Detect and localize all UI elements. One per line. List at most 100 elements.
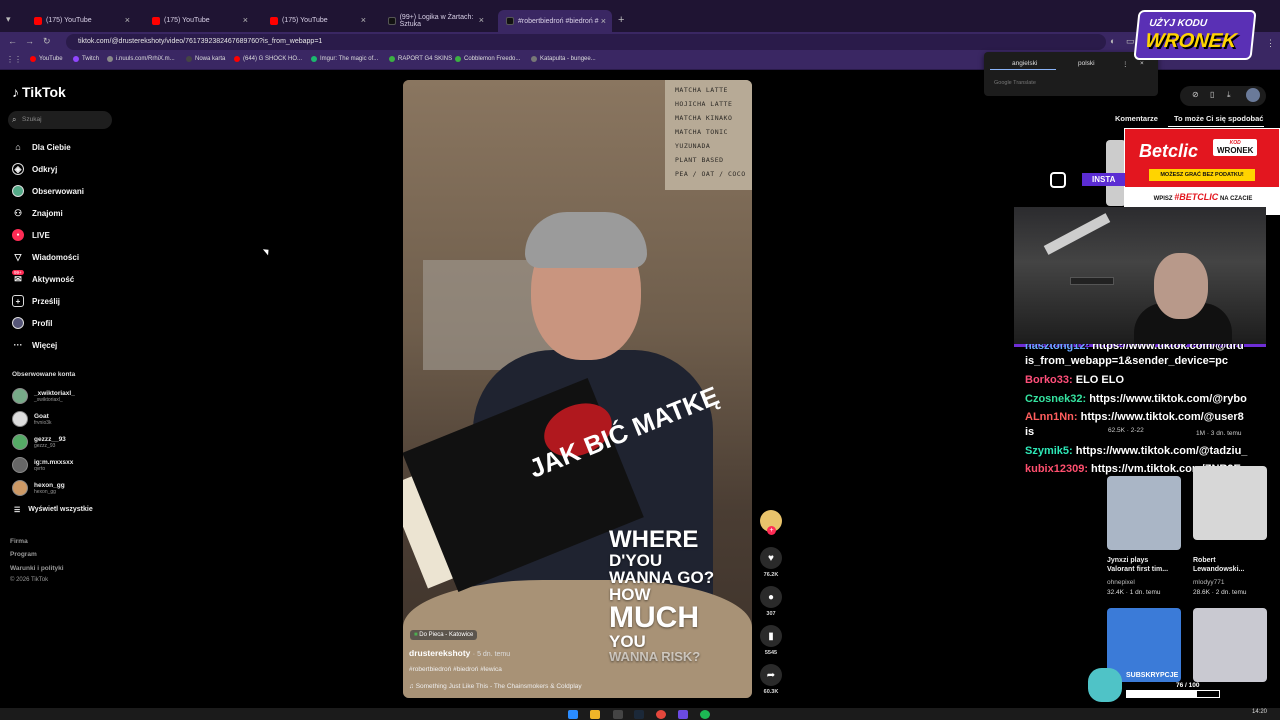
close-icon[interactable]: × [1140, 60, 1144, 67]
followed-account[interactable]: hexon_gg hexon_gg [12, 480, 65, 496]
card-stats: 28.6K · 2 dn. temu [1193, 589, 1247, 596]
followed-account[interactable]: ig:m.mxxsxx qvrto [12, 457, 73, 473]
bookmark[interactable]: (644) G SHOCK HO... [234, 56, 302, 62]
betclic-ad: Betclic KOD WRONEK MOŻESZ GRAĆ BEZ PODATK… [1124, 128, 1280, 215]
share-button[interactable]: ➦ 60.3K [760, 664, 782, 695]
nav-messages[interactable]: ▽ Wiadomości [12, 251, 80, 263]
bookmark[interactable]: Nowa karta [186, 56, 225, 62]
browser-tab-active[interactable]: #robertbiedroń #biedroń # × [498, 10, 612, 32]
download-icon[interactable]: ⤓ [1227, 90, 1231, 100]
tab-label: (99+) Logika w Żartach: Sztuka [399, 13, 474, 28]
card-stats: 62.5K · 2-22 [1108, 427, 1144, 434]
recommended-thumbnail[interactable] [1193, 466, 1267, 540]
card-author[interactable]: ohnepixel [1107, 579, 1135, 586]
user-avatar[interactable] [1246, 88, 1260, 102]
location-icon: ■ [414, 632, 418, 638]
close-tab-icon[interactable]: × [243, 15, 248, 25]
activity-badge: 99+ [12, 270, 24, 275]
close-tab-icon[interactable]: × [125, 15, 130, 25]
browser-tab[interactable]: (99+) Logika w Żartach: Sztuka × [380, 12, 490, 29]
close-tab-icon[interactable]: × [601, 16, 606, 26]
spotify-icon[interactable] [700, 710, 710, 719]
like-button[interactable]: ♥ 76.2K [760, 547, 782, 578]
compass-icon[interactable]: ⊘ [1192, 90, 1199, 99]
bookmark-icon [107, 56, 113, 62]
app-icon[interactable] [613, 710, 623, 719]
nav-for-you[interactable]: ⌂ Dla Ciebie [12, 141, 70, 153]
bookmark[interactable]: Cobblemon Freedo... [455, 56, 520, 62]
tab-comments[interactable]: Komentarze [1115, 114, 1158, 123]
card-title[interactable]: Robert Lewandowski... [1193, 556, 1263, 575]
steam-icon[interactable] [634, 710, 644, 719]
nav-more[interactable]: ··· Więcej [12, 339, 58, 351]
live-icon: ● [12, 229, 24, 241]
nav-following[interactable]: Obserwowani [12, 185, 84, 197]
discord-icon[interactable] [678, 710, 688, 719]
see-all-button[interactable]: ☰ Wyświetl wszystkie [14, 506, 93, 514]
recommended-thumbnail[interactable] [1107, 476, 1181, 550]
tab-you-may-like[interactable]: To może Ci się spodobać [1174, 114, 1263, 123]
video-music[interactable]: ♫ Something Just Like This - The Chainsm… [409, 683, 582, 690]
bookmark[interactable]: RAPORT G4 SKINS [389, 56, 452, 62]
card-author[interactable]: mlodyy771 [1193, 579, 1224, 586]
video-hashtags[interactable]: #robertbiedroń #biedroń #lewica [409, 666, 502, 673]
nav-upload[interactable]: + Prześlij [12, 295, 60, 307]
translate-from-tab[interactable]: angielski [1012, 60, 1037, 67]
back-icon[interactable]: ← [8, 36, 17, 46]
comment-button[interactable]: ● 307 [760, 586, 782, 617]
creator-avatar[interactable]: + [760, 510, 782, 535]
followed-account[interactable]: gezzz__93 gezzz_93 [12, 434, 66, 450]
avatar [12, 411, 28, 427]
bookmark[interactable]: Katapulta - bungee... [531, 56, 596, 62]
nav-explore[interactable]: ◈ Odkryj [12, 163, 57, 175]
betclic-logo: Betclic [1139, 141, 1199, 161]
bookmark[interactable]: i.nuuls.com/RrhiX.m... [107, 56, 175, 62]
location-tag[interactable]: ■ Do Pieca - Katowice [410, 630, 478, 640]
followed-account[interactable]: Goat frvnio3k [12, 411, 52, 427]
apps-icon[interactable]: ⋮⋮ [6, 55, 22, 64]
tiktok-logo[interactable]: ♪ TikTok [12, 84, 66, 100]
search-input[interactable]: ⌕ Szukaj [8, 111, 112, 129]
phone-icon[interactable]: ▯ [1210, 90, 1214, 99]
save-button[interactable]: ▮ 5545 [760, 625, 782, 656]
bookmark[interactable]: Imgur: The magic of... [311, 56, 378, 62]
browser-tab[interactable]: (175) YouTube × [144, 12, 254, 29]
avatar [12, 434, 28, 450]
bookmark[interactable]: Twitch [73, 56, 99, 62]
cast-icon[interactable]: ▭ [1126, 36, 1135, 47]
video-author[interactable]: drusterekshoty · 5 dn. temu [409, 648, 510, 658]
instagram-label: INSTA [1082, 173, 1126, 186]
file-explorer-icon[interactable] [590, 710, 600, 719]
stream-chat: nasztong12: https://www.tiktok.com/@dru … [1024, 344, 1264, 480]
new-tab-icon[interactable]: + [618, 14, 624, 26]
tab-list-icon[interactable]: ▾ [6, 14, 11, 25]
close-tab-icon[interactable]: × [479, 15, 484, 25]
translate-to-tab[interactable]: polski [1078, 60, 1095, 67]
browser-tab[interactable]: (175) YouTube × [26, 12, 136, 29]
recommended-thumbnail[interactable] [1107, 608, 1181, 682]
nav-live[interactable]: ● LIVE [12, 229, 50, 241]
close-tab-icon[interactable]: × [361, 15, 366, 25]
recommended-thumbnail[interactable] [1193, 608, 1267, 682]
followed-account[interactable]: _xwiktoriaxl_ _xwiktoriaxl_ [12, 388, 75, 404]
chrome-icon[interactable] [656, 710, 666, 719]
video-player[interactable]: MATCHA LATTE HOJICHA LATTE MATCHA KINAKO… [403, 80, 752, 698]
browser-menu-icon[interactable]: ⋮ [1266, 38, 1275, 49]
nav-profile[interactable]: Profil [12, 317, 52, 329]
bookmark[interactable]: YouTube [30, 56, 63, 62]
translate-icon[interactable]: ◐ [1110, 36, 1115, 46]
subscription-count: 76 / 100 [1176, 682, 1200, 689]
nav-friends[interactable]: ⚇ Znajomi [12, 207, 63, 219]
bookmark-icon [30, 56, 36, 62]
follow-plus-icon[interactable]: + [767, 526, 776, 535]
card-title[interactable]: Jynxzi plays Valorant first tim... [1107, 556, 1177, 575]
address-bar[interactable]: tiktok.com/@drusterekshoty/video/7617392… [66, 34, 1106, 50]
windows-start-icon[interactable] [568, 710, 578, 719]
footer-link[interactable]: Warunki i polityki [10, 565, 64, 572]
browser-tab[interactable]: (175) YouTube × [262, 12, 372, 29]
forward-icon[interactable]: → [25, 36, 34, 46]
more-icon[interactable]: ⋮ [1122, 60, 1129, 68]
footer-link[interactable]: Firma [10, 538, 28, 545]
footer-link[interactable]: Program [10, 551, 37, 558]
reload-icon[interactable]: ↻ [43, 36, 51, 47]
